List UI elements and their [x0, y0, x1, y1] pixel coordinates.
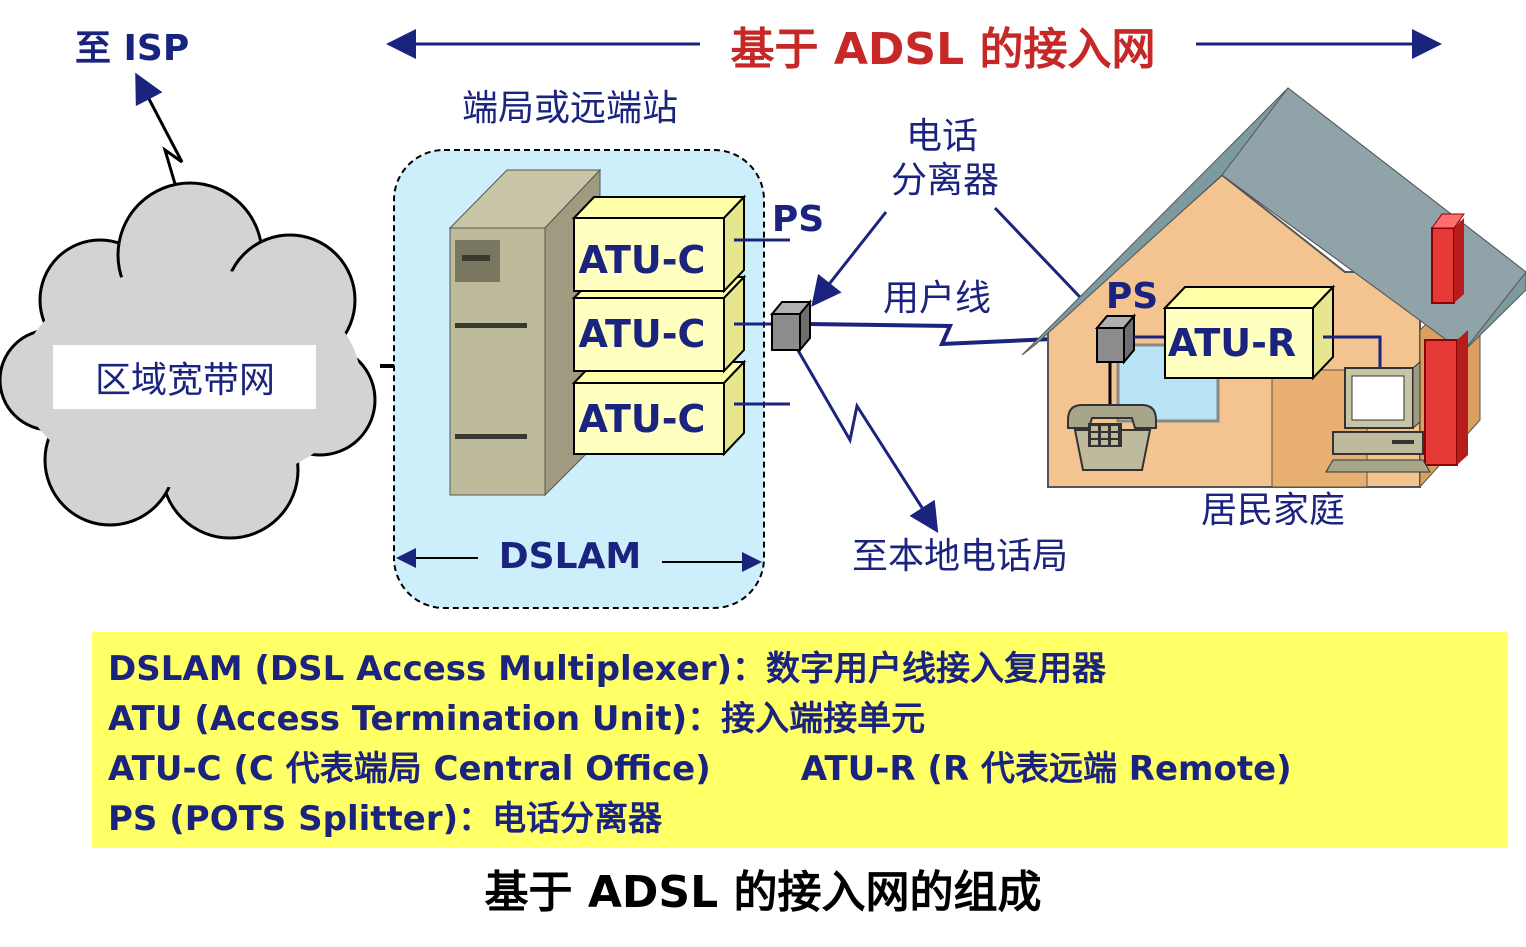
legend-atu-r: ATU-R (R 代表远端 Remote) — [800, 749, 1292, 789]
central-office-label: 端局或远端站 — [462, 88, 678, 129]
user-line-label: 用户线 — [883, 278, 991, 319]
legend-dslam: DSLAM (DSL Access Multiplexer)：数字用户线接入复用… — [108, 649, 1107, 689]
local-exchange-label: 至本地电话局 — [852, 536, 1068, 577]
legend-ps: PS (POTS Splitter)：电话分离器 — [108, 799, 663, 839]
local-exchange-line — [790, 339, 939, 534]
atu-c-module: ATU-C — [571, 194, 747, 294]
adsl-diagram-page: 至 ISP 基于 ADSL 的接入网 端局或远端站 区域宽带网 ATU-C AT… — [0, 0, 1526, 947]
legend-atu-c-r: ATU-C (C 代表端局 Central Office) ATU-R (R 代表… — [108, 744, 1508, 794]
telephone-icon — [1067, 404, 1157, 471]
network-title: 基于 ADSL 的接入网 — [731, 24, 1156, 75]
legend-box: DSLAM (DSL Access Multiplexer)：数字用户线接入复用… — [92, 632, 1508, 848]
atu-r-module: ATU-R — [1162, 284, 1336, 381]
atu-r-label: ATU-R — [1168, 321, 1296, 365]
home-splitter-box — [1094, 313, 1137, 365]
atu-c-label: ATU-C — [579, 238, 706, 282]
figure-caption: 基于 ADSL 的接入网的组成 — [484, 867, 1042, 918]
to-isp-label: 至 ISP — [75, 28, 189, 69]
regional-network-label: 区域宽带网 — [95, 360, 275, 401]
splitter-pointer-left — [811, 211, 888, 307]
dslam-label: DSLAM — [499, 536, 641, 577]
ps-home-label: PS — [1106, 276, 1158, 317]
legend-atu-c: ATU-C (C 代表端局 Central Office) — [108, 749, 711, 789]
legend-atu: ATU (Access Termination Unit)：接入端接单元 — [108, 699, 926, 739]
chimney-icon — [1424, 213, 1468, 466]
residence-label: 居民家庭 — [1201, 490, 1345, 531]
atu-c-label: ATU-C — [579, 397, 706, 441]
atu-c-module: ATU-C — [571, 359, 747, 457]
splitter-label-line1: 电话 — [906, 116, 978, 157]
splitter-label-line2: 分离器 — [891, 160, 999, 201]
ps-label: PS — [772, 199, 824, 240]
atu-c-label: ATU-C — [579, 312, 706, 356]
co-splitter-box — [769, 299, 813, 353]
